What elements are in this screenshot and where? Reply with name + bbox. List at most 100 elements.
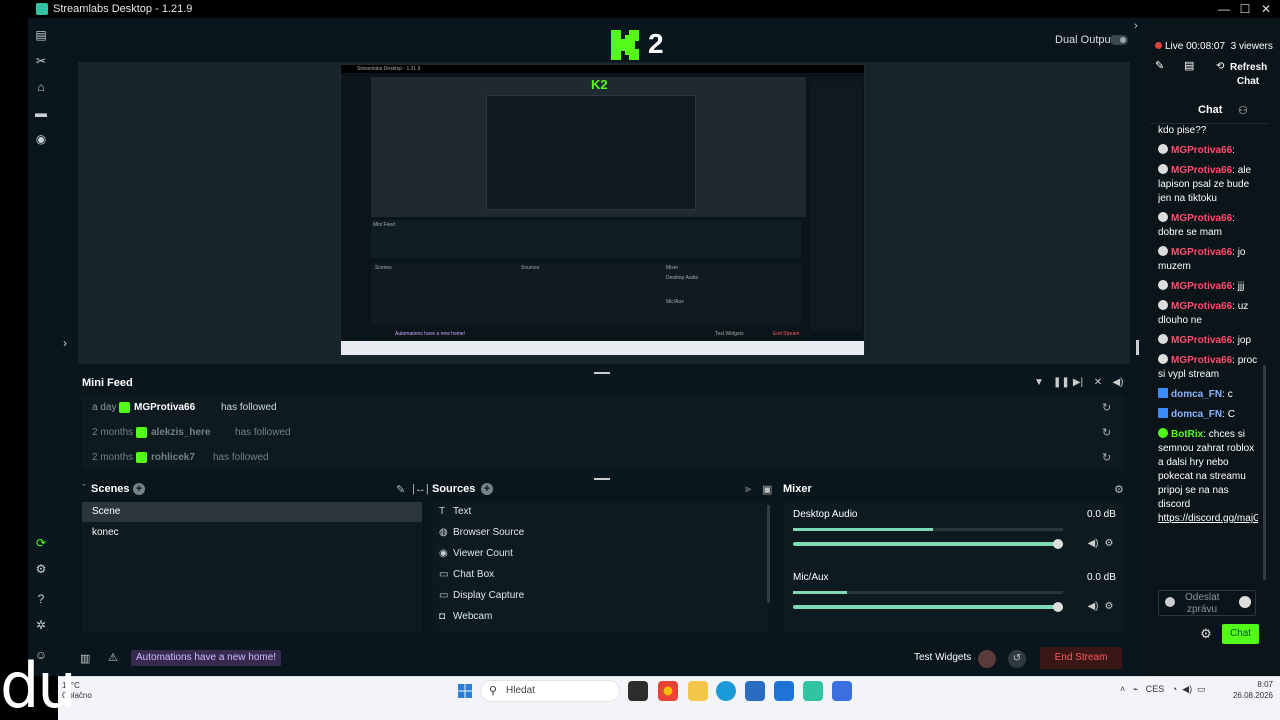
chat-scrollbar[interactable] <box>1263 365 1266 580</box>
chat-shield-icon[interactable] <box>1165 597 1175 607</box>
chat-settings-icon[interactable]: ⚙ <box>1199 627 1213 641</box>
collapse-chevron-icon[interactable]: › <box>1134 20 1138 32</box>
chat-badge-icon <box>1158 388 1168 398</box>
chat-input[interactable]: Odeslat zprávu <box>1158 590 1256 616</box>
record-button[interactable] <box>978 650 996 668</box>
chat-username[interactable]: domca_FN <box>1171 409 1222 420</box>
preview-scrollbar[interactable] <box>1136 340 1139 355</box>
alert-icon[interactable]: ⚠ <box>108 651 118 664</box>
file-explorer-icon[interactable] <box>688 681 708 701</box>
emoji-icon[interactable] <box>1239 596 1251 608</box>
source-item[interactable]: T Text <box>439 502 471 522</box>
volume-icon[interactable]: ◀) <box>1112 377 1124 389</box>
panel-resize-handle[interactable] <box>594 372 610 374</box>
taskbar-search[interactable]: ⚲ Hledat <box>480 680 620 702</box>
panel-resize-handle[interactable] <box>594 478 610 480</box>
system-tray[interactable]: ˄ ⌁ CES ◔ ◀) ▭ <box>1120 684 1206 695</box>
source-item[interactable]: ▭ Chat Box <box>439 565 494 585</box>
tab-chat[interactable]: Chat <box>1198 104 1222 116</box>
close-button[interactable]: ✕ <box>1258 1 1274 17</box>
taskbar-clock[interactable]: 8:07 26.08.2026 <box>1225 679 1273 701</box>
fader-knob[interactable] <box>1053 539 1063 549</box>
input-language[interactable]: CES <box>1146 684 1165 694</box>
minifeed-list: a day MGProtiva66 has followed ↻ 2 month… <box>82 396 1124 470</box>
stream-preview[interactable]: Streamlabs Desktop - 1.21.9 K2 Mini Feed… <box>340 64 865 356</box>
store-icon[interactable] <box>745 681 765 701</box>
settings-icon[interactable]: ✲ <box>34 618 48 632</box>
volume-fader[interactable] <box>793 539 1063 549</box>
recording-icon[interactable]: ◉ <box>34 132 48 146</box>
replay-icon[interactable]: ↻ <box>1102 451 1111 464</box>
end-stream-button[interactable]: End Stream <box>1040 647 1122 669</box>
app-store-icon[interactable]: ⌂ <box>34 80 48 94</box>
source-group-icon[interactable]: ⫸ <box>745 483 751 496</box>
chat-username[interactable]: domca_FN <box>1171 389 1222 400</box>
channel-settings-icon[interactable]: ⚙ <box>1103 538 1115 550</box>
refresh-chat-icon[interactable]: ⟲ <box>1216 61 1224 72</box>
task-view-icon[interactable] <box>628 681 648 701</box>
editor-icon[interactable]: ▤ <box>34 28 48 42</box>
feed-age: a day <box>92 402 117 413</box>
source-folder-icon[interactable]: ▣ <box>762 483 772 496</box>
sources-scrollbar[interactable] <box>767 505 770 603</box>
chat-username[interactable]: MGProtiva66 <box>1171 355 1232 366</box>
replay-icon[interactable]: ↻ <box>1102 426 1111 439</box>
chat-text: dobre se mam <box>1158 227 1222 238</box>
preview-inner-panels: Scenes Sources Mixer Desktop Audio Mic/A… <box>371 263 801 325</box>
source-item[interactable]: ◉ Viewer Count <box>439 544 513 564</box>
chat-username[interactable]: MGProtiva66 <box>1171 301 1232 312</box>
themes-icon[interactable]: ✂ <box>34 54 48 68</box>
chat-username[interactable]: MGProtiva66 <box>1171 247 1232 258</box>
collapse-scenes-icon[interactable]: ˇ <box>82 483 86 495</box>
chat-users-icon[interactable]: ⚇ <box>1238 104 1248 117</box>
mixer-settings-icon[interactable]: ⚙ <box>1114 483 1124 496</box>
chat-username[interactable]: MGProtiva66 <box>1171 281 1232 292</box>
dual-output-toggle[interactable] <box>1110 35 1128 45</box>
chat-link[interactable]: https://discord.gg/majGxt5xh <box>1158 513 1258 524</box>
edit-stream-info-icon[interactable]: ✎ <box>1155 59 1164 72</box>
mute-alerts-icon[interactable]: ✕ <box>1092 377 1104 389</box>
maximize-button[interactable]: ☐ <box>1237 1 1253 17</box>
channel-settings-icon[interactable]: ⚙ <box>1103 601 1115 613</box>
source-item[interactable]: ◘ Webcam <box>439 607 492 627</box>
automations-badge[interactable]: Automations have a new home! <box>131 650 282 666</box>
minimize-button[interactable]: — <box>1216 1 1232 17</box>
scene-transitions-icon[interactable]: |↔| <box>412 483 429 495</box>
refresh-chat-button[interactable]: Refresh Chat <box>1230 61 1267 89</box>
chat-username[interactable]: MGProtiva66 <box>1171 335 1232 346</box>
windows-start-icon[interactable] <box>458 684 472 698</box>
performance-icon[interactable]: ▥ <box>80 652 90 665</box>
add-scene-button[interactable]: + <box>133 483 145 495</box>
help-icon[interactable]: ? <box>34 592 48 606</box>
source-item[interactable]: ◍ Browser Source <box>439 523 524 543</box>
kick-link-icon[interactable]: ⟳ <box>34 536 48 550</box>
mute-icon[interactable]: ◀) <box>1087 538 1099 550</box>
chrome-icon[interactable] <box>658 681 678 701</box>
filter-icon[interactable]: ▼ <box>1033 377 1045 389</box>
stream-folder-icon[interactable]: ▤ <box>1184 59 1194 72</box>
scene-item[interactable]: Scene <box>82 502 422 522</box>
source-item[interactable]: ▭ Display Capture <box>439 586 524 606</box>
app-taskbar-icon[interactable] <box>832 681 852 701</box>
chat-send-button[interactable]: Chat <box>1222 624 1259 644</box>
fader-knob[interactable] <box>1053 602 1063 612</box>
streamlabs-taskbar-icon[interactable] <box>803 681 823 701</box>
replay-buffer-icon[interactable]: ↺ <box>1008 650 1026 668</box>
chat-username[interactable]: MGProtiva66 <box>1171 145 1232 156</box>
replay-icon[interactable]: ↻ <box>1102 401 1111 414</box>
mute-icon[interactable]: ◀) <box>1087 601 1099 613</box>
pin-icon[interactable]: ✎ <box>396 483 405 496</box>
edge-icon[interactable] <box>716 681 736 701</box>
dashboard-icon[interactable]: ⚙ <box>34 562 48 576</box>
volume-fader[interactable] <box>793 602 1063 612</box>
pause-icon[interactable]: ❚❚ <box>1053 377 1070 389</box>
add-source-button[interactable]: + <box>481 483 493 495</box>
chat-username[interactable]: MGProtiva66 <box>1171 165 1232 176</box>
highlighter-icon[interactable]: ▬ <box>34 106 48 120</box>
chat-username[interactable]: MGProtiva66 <box>1171 213 1232 224</box>
skip-icon[interactable]: ▶| <box>1072 377 1084 389</box>
expand-chevron-icon[interactable]: › <box>58 336 72 350</box>
chat-username[interactable]: BotRix <box>1171 429 1203 440</box>
scene-item[interactable]: konec <box>82 523 422 543</box>
outlook-icon[interactable] <box>774 681 794 701</box>
